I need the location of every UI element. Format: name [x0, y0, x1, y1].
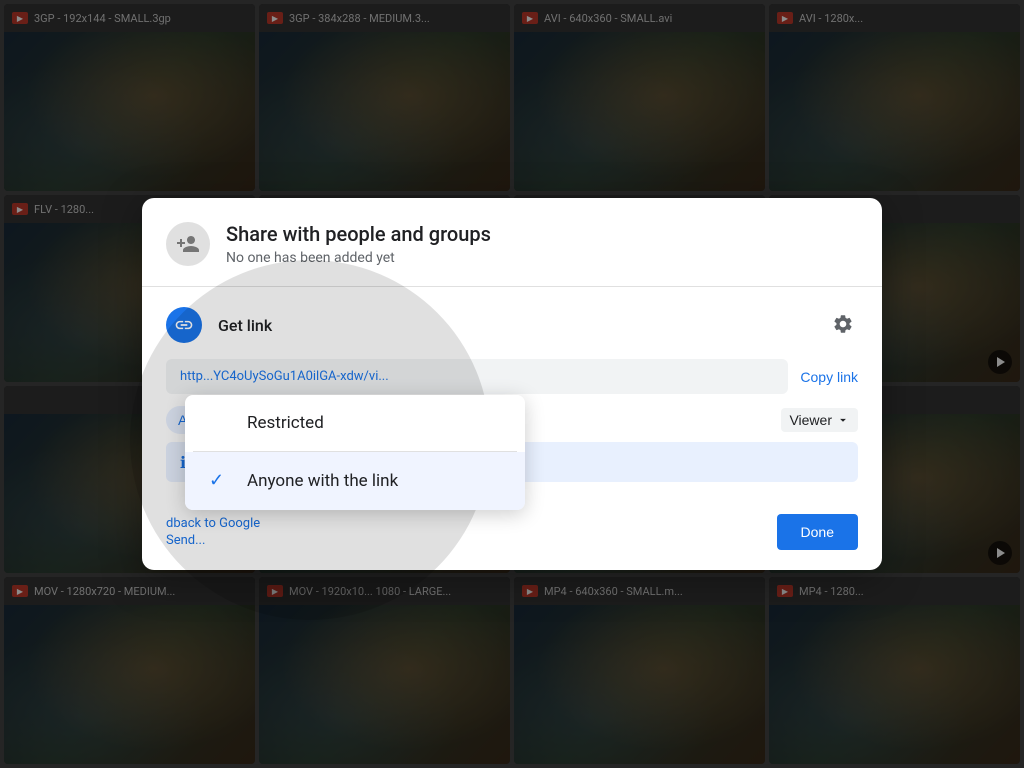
link-input-wrapper: http...YC4oUySoGu1A0ilGA-xdw/vi...	[166, 359, 788, 394]
feedback-links: dback to Google Send...	[166, 516, 260, 548]
person-add-icon	[176, 232, 200, 256]
settings-button[interactable]	[828, 309, 858, 342]
feedback-link[interactable]: dback to Google	[166, 516, 260, 531]
gear-icon	[832, 313, 854, 335]
dropdown-item-restricted-label: Restricted	[247, 413, 324, 433]
send-link[interactable]: Send...	[166, 533, 260, 548]
link-icon-circle	[166, 307, 202, 343]
done-button[interactable]: Done	[777, 514, 858, 550]
get-link-title: Get link	[218, 316, 272, 335]
share-people-section: Share with people and groups No one has …	[142, 198, 882, 287]
link-url-text: http...YC4oUySoGu1A0ilGA-xdw/vi...	[180, 369, 389, 384]
link-row: http...YC4oUySoGu1A0ilGA-xdw/vi... Copy …	[166, 359, 858, 394]
share-dialog: Share with people and groups No one has …	[142, 198, 882, 570]
dropdown-item-anyone[interactable]: ✓ Anyone with the link	[185, 452, 525, 510]
share-people-icon-circle	[166, 222, 210, 266]
chevron-down-icon-viewer	[836, 413, 850, 427]
viewer-label: Viewer	[789, 412, 832, 428]
get-link-header: Get link	[166, 307, 858, 343]
share-people-text: Share with people and groups No one has …	[226, 222, 491, 266]
link-icon	[174, 315, 194, 335]
dropdown-item-restricted[interactable]: Restricted	[185, 395, 525, 451]
access-dropdown-menu: Restricted ✓ Anyone with the link	[185, 395, 525, 510]
share-dialog-subtitle: No one has been added yet	[226, 250, 491, 266]
dropdown-item-anyone-label: Anyone with the link	[247, 471, 398, 491]
dialog-footer: dback to Google Send... Done	[142, 502, 882, 570]
copy-link-button[interactable]: Copy link	[800, 369, 858, 385]
viewer-dropdown-button[interactable]: Viewer	[781, 408, 858, 432]
share-dialog-title: Share with people and groups	[226, 222, 491, 246]
checkmark-icon: ✓	[209, 470, 231, 492]
